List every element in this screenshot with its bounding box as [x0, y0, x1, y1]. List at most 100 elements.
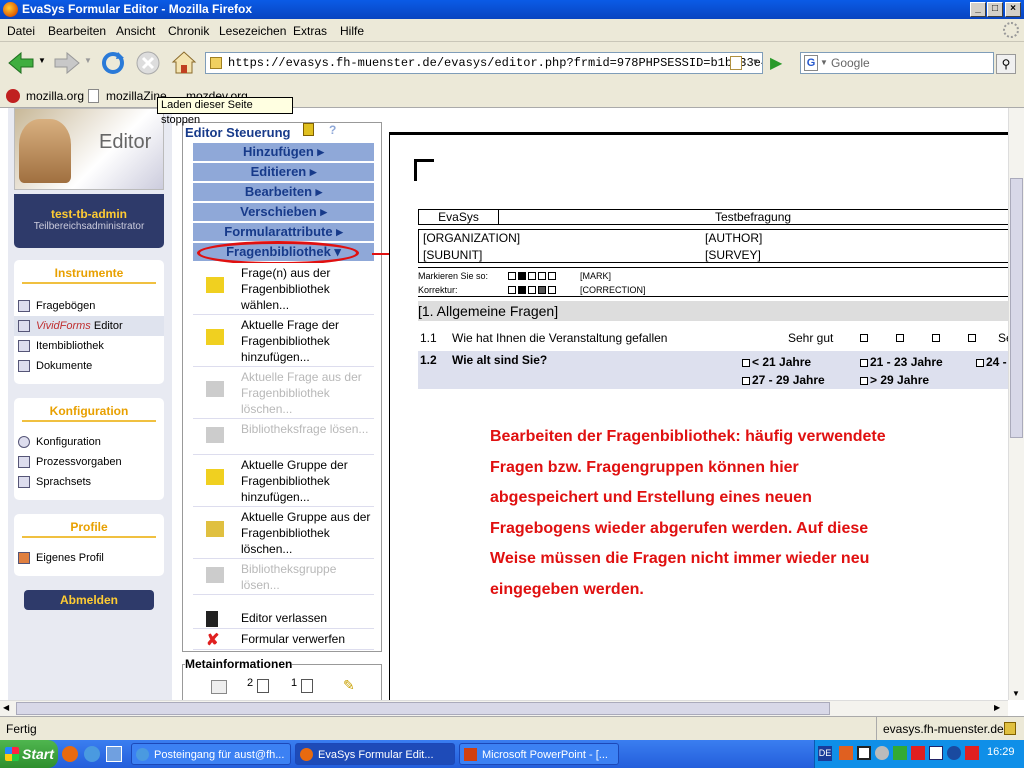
editor-steuerung-heading: Editor Steuerung: [185, 125, 291, 140]
checkmark-icon[interactable]: [929, 746, 943, 760]
reload-icon[interactable]: [100, 50, 126, 76]
q1-checkbox[interactable]: [932, 334, 940, 342]
close-button[interactable]: ×: [1005, 2, 1021, 17]
nav-frageboegen[interactable]: Fragebögen: [14, 296, 164, 316]
task-firefox[interactable]: EvaSys Formular Edit...: [295, 743, 455, 765]
thunderbird-quicklaunch-icon[interactable]: [84, 746, 100, 762]
firefox-icon: [3, 2, 18, 17]
firefox-quicklaunch-icon[interactable]: [62, 746, 78, 762]
menu-hilfe[interactable]: Hilfe: [340, 24, 364, 38]
tray-app-icon[interactable]: [875, 746, 889, 760]
java-icon[interactable]: [839, 746, 853, 760]
go-icon[interactable]: ▶: [770, 53, 790, 73]
vertical-scrollbar[interactable]: ▼: [1008, 108, 1024, 700]
tray-app-icon[interactable]: [893, 746, 907, 760]
q2-option[interactable]: 24 -: [976, 355, 1007, 369]
menu-datei[interactable]: Datei: [7, 24, 35, 38]
q2-number: 1.2: [420, 353, 437, 367]
maximize-button[interactable]: □: [987, 2, 1003, 17]
horizontal-scrollbar[interactable]: ◀ ▶: [0, 700, 1008, 716]
media-icon[interactable]: [857, 746, 871, 760]
library-item-delete-group[interactable]: Aktuelle Gruppe aus der Fragenbibliothek…: [193, 507, 374, 559]
lock-icon[interactable]: [303, 123, 314, 136]
library-item-add-question[interactable]: Aktuelle Frage der Fragenbibliothek hinz…: [193, 315, 374, 367]
nav-konfiguration[interactable]: Konfiguration: [14, 432, 164, 452]
pencil-icon[interactable]: ✎: [343, 677, 355, 694]
security-icon[interactable]: [947, 746, 961, 760]
url-dropdown-icon[interactable]: ▼: [753, 53, 758, 73]
properties-icon[interactable]: [211, 680, 227, 694]
start-button[interactable]: Start: [0, 740, 58, 768]
question-1-1[interactable]: 1.1 Wie hat Ihnen die Veranstaltung gefa…: [418, 331, 1013, 349]
task-powerpoint[interactable]: Microsoft PowerPoint - [...: [459, 743, 619, 765]
library-item-delete-question[interactable]: Aktuelle Frage aus der Fragenbibliothek …: [193, 367, 374, 419]
network-error-icon[interactable]: [911, 746, 925, 760]
scroll-down-arrow[interactable]: ▼: [1012, 689, 1020, 698]
logout-button[interactable]: Abmelden: [24, 590, 154, 610]
author-placeholder: [AUTHOR]: [705, 231, 763, 245]
window-titlebar: EvaSys Formular Editor - Mozilla Firefox…: [0, 0, 1024, 19]
nav-vividforms-editor[interactable]: VividForms Editor: [14, 316, 164, 336]
delete-question-icon: [206, 381, 224, 397]
menu-extras[interactable]: Extras: [293, 24, 327, 38]
antivirus-icon[interactable]: [965, 746, 979, 760]
menu-ansicht[interactable]: Ansicht: [116, 24, 155, 38]
back-icon[interactable]: [6, 50, 36, 76]
minimize-button[interactable]: _: [970, 2, 986, 17]
q2-option[interactable]: 21 - 23 Jahre: [860, 355, 943, 369]
nav-eigenes-profil[interactable]: Eigenes Profil: [14, 548, 164, 568]
library-item-release-group[interactable]: Bibliotheksgruppe lösen...: [193, 559, 374, 595]
search-engine-dropdown-icon[interactable]: ▼: [820, 53, 828, 73]
desktop-quicklaunch-icon[interactable]: [106, 746, 122, 762]
hinzufuegen-button[interactable]: Hinzufügen ▸: [193, 143, 374, 161]
username: test-tb-admin: [51, 207, 127, 221]
scroll-right-arrow[interactable]: ▶: [994, 703, 1000, 712]
nav-prozessvorgaben[interactable]: Prozessvorgaben: [14, 452, 164, 472]
scrollbar-thumb[interactable]: [1010, 178, 1023, 438]
correction-examples: [508, 284, 558, 294]
task-thunderbird[interactable]: Posteingang für aust@fh...: [131, 743, 291, 765]
menu-chronik[interactable]: Chronik: [168, 24, 209, 38]
q1-checkbox[interactable]: [968, 334, 976, 342]
q2-option[interactable]: > 29 Jahre: [860, 373, 929, 387]
form-discard-item[interactable]: ✘ Formular verwerfen: [193, 630, 374, 650]
scroll-left-arrow[interactable]: ◀: [3, 703, 9, 712]
question-1-2[interactable]: 1.2 Wie alt sind Sie? < 21 Jahre 21 - 23…: [418, 351, 1010, 389]
formularattribute-button[interactable]: Formularattribute ▸: [193, 223, 374, 241]
profile-panel: Profile Eigenes Profil: [14, 514, 164, 576]
bookmark-mozilla-org[interactable]: mozilla.org: [26, 89, 84, 103]
back-dropdown-icon[interactable]: ▼: [38, 56, 46, 65]
library-item-add-group[interactable]: Aktuelle Gruppe der Fragenbibliothek hin…: [193, 455, 374, 507]
library-item-release-question[interactable]: Bibliotheksfrage lösen...: [193, 419, 374, 455]
help-icon[interactable]: ?: [329, 123, 336, 137]
q2-option[interactable]: 27 - 29 Jahre: [742, 373, 825, 387]
forward-dropdown-icon[interactable]: ▼: [84, 56, 92, 65]
editor-exit-item[interactable]: Editor verlassen: [193, 609, 374, 629]
url-bar[interactable]: https://evasys.fh-muenster.de/evasys/edi…: [205, 52, 763, 74]
menu-bearbeiten[interactable]: Bearbeiten: [48, 24, 106, 38]
library-item-choose[interactable]: Frage(n) aus der Fragenbibliothek wählen…: [193, 263, 374, 315]
bookmarks-toolbar: mozilla.org mozillaZine mozdev.org: [0, 84, 1024, 108]
menu-lesezeichen[interactable]: Lesezeichen: [219, 24, 286, 38]
scrollbar-thumb[interactable]: [16, 702, 830, 715]
language-indicator[interactable]: DE: [818, 746, 832, 761]
search-magnifier-icon[interactable]: ⚲: [996, 54, 1016, 74]
nav-dokumente[interactable]: Dokumente: [14, 356, 164, 376]
home-icon[interactable]: [170, 48, 198, 76]
survey-placeholder: [SURVEY]: [705, 248, 761, 262]
search-input[interactable]: G ▼ Google: [800, 52, 994, 74]
document-icon[interactable]: [257, 679, 269, 693]
taskbar: Start Posteingang für aust@fh... EvaSys …: [0, 740, 1024, 768]
document-icon[interactable]: [301, 679, 313, 693]
forward-icon[interactable]: [52, 50, 82, 76]
google-icon[interactable]: G: [804, 55, 818, 71]
editieren-button[interactable]: Editieren ▸: [193, 163, 374, 181]
nav-sprachsets[interactable]: Sprachsets: [14, 472, 164, 492]
q1-checkbox[interactable]: [860, 334, 868, 342]
nav-itembibliothek[interactable]: Itembibliothek: [14, 336, 164, 356]
bearbeiten-button[interactable]: Bearbeiten ▸: [193, 183, 374, 201]
q2-option[interactable]: < 21 Jahre: [742, 355, 811, 369]
stop-icon[interactable]: [135, 50, 161, 76]
q1-checkbox[interactable]: [896, 334, 904, 342]
verschieben-button[interactable]: Verschieben ▸: [193, 203, 374, 221]
